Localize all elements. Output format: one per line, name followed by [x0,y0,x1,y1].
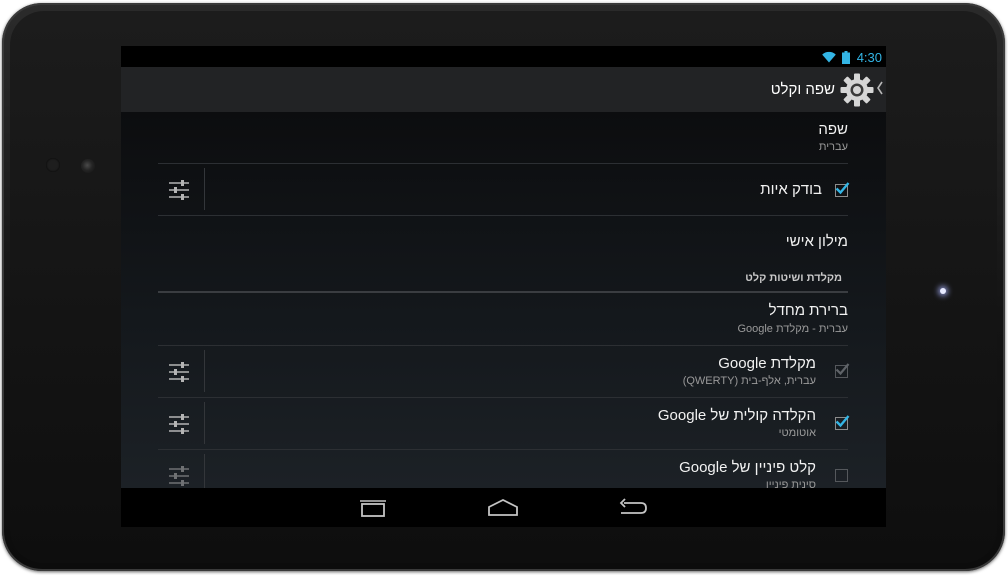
sliders-icon [169,362,189,382]
google-pinyin-row[interactable]: קלט פיניין של Google סינית פיניין [158,450,848,488]
sliders-icon [169,466,189,486]
default-input-title: ברירת מחדל [768,302,848,319]
vertical-separator [204,454,205,488]
default-input-row[interactable]: ברירת מחדל עברית - מקלדת Google [158,293,848,345]
status-bar: 4:30 [121,46,886,67]
battery-icon [842,51,850,64]
google-pinyin-title: קלט פיניין של Google [679,459,816,476]
action-bar-title: שפה וקלט [770,81,835,98]
google-voice-typing-checkbox[interactable] [835,415,850,430]
google-voice-typing-summary: אוטומטי [778,427,816,439]
vertical-separator [204,402,205,444]
light-sensor [46,158,60,172]
action-bar: שפה וקלט [121,67,886,112]
google-voice-typing-row[interactable]: הקלדה קולית של Google אוטומטי [158,398,850,450]
language-summary: עברית [818,141,848,153]
spell-checker-title: בודק איות [760,181,822,198]
checkmark-icon [835,363,850,376]
google-voice-typing-settings-button[interactable] [158,404,202,444]
google-pinyin-settings-button[interactable] [158,456,202,488]
vertical-separator [204,350,205,392]
device-screen: 4:30 שפה וקלט שפה עברית בודק איות מילון … [121,46,886,527]
google-keyboard-summary: עברית, אלף-בית (QWERTY) [682,375,816,387]
wifi-icon [822,51,836,63]
sliders-icon [169,180,189,200]
home-icon[interactable] [487,498,519,518]
recent-apps-icon[interactable] [358,498,388,518]
checkmark-icon [835,182,850,195]
spell-checker-settings-button[interactable] [158,170,202,210]
spell-checker-row[interactable]: בודק איות [158,164,850,216]
google-keyboard-row[interactable]: מקלדת Google עברית, אלף-בית (QWERTY) [158,346,850,398]
google-keyboard-checkbox[interactable] [835,363,850,378]
chevron-back-icon[interactable] [877,81,883,95]
google-pinyin-checkbox[interactable] [835,469,848,482]
front-camera [81,159,95,173]
vertical-separator [204,168,205,210]
personal-dictionary-title: מילון אישי [785,233,848,250]
status-time: 4:30 [856,50,882,65]
default-input-summary: עברית - מקלדת Google [737,323,848,335]
keyboard-section-header: מקלדת ושיטות קלט [158,267,848,293]
google-keyboard-settings-button[interactable] [158,352,202,392]
navigation-bar [121,488,886,527]
personal-dictionary-row[interactable]: מילון אישי [158,216,848,266]
settings-list: שפה עברית בודק איות מילון אישי מקלדת ושי… [121,112,886,488]
checkmark-icon [835,415,850,428]
section-header-label: מקלדת ושיטות קלט [745,272,842,284]
sliders-icon [169,414,189,434]
spell-checker-checkbox[interactable] [835,182,850,197]
back-icon[interactable] [618,498,648,518]
google-keyboard-title: מקלדת Google [718,355,816,372]
language-row[interactable]: שפה עברית [158,112,848,164]
notification-led [940,288,946,294]
google-pinyin-summary: סינית פיניין [765,479,816,488]
language-title: שפה [818,121,848,138]
settings-gear-icon[interactable] [839,72,875,108]
google-voice-typing-title: הקלדה קולית של Google [657,407,816,424]
